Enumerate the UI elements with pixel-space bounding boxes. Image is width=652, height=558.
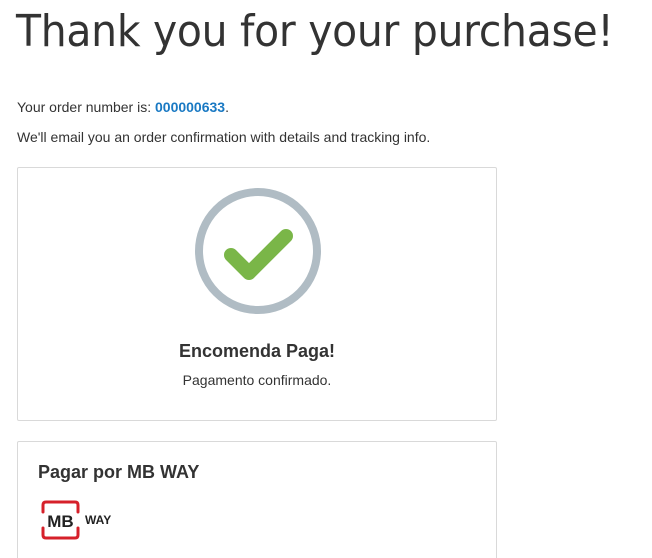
order-number-suffix: . bbox=[225, 99, 229, 115]
payment-method-card: Pagar por MB WAY MB WAY bbox=[17, 441, 497, 558]
mbway-logo: MB WAY bbox=[41, 500, 111, 540]
email-confirmation-note: We'll email you an order confirmation wi… bbox=[17, 129, 431, 145]
payment-status-card: Encomenda Paga! Pagamento confirmado. bbox=[17, 167, 497, 421]
checkmark-circle-icon bbox=[195, 188, 321, 314]
order-number-line: Your order number is: 000000633. bbox=[17, 99, 229, 115]
status-text: Pagamento confirmado. bbox=[182, 372, 332, 388]
payment-method-title: Pagar por MB WAY bbox=[38, 462, 200, 482]
mbway-logo-text-mb: MB bbox=[47, 512, 73, 531]
order-number-label: Your order number is: bbox=[17, 99, 155, 115]
page-title: Thank you for your purchase! bbox=[16, 6, 614, 57]
order-number-link[interactable]: 000000633 bbox=[155, 99, 225, 115]
status-title: Encomenda Paga! bbox=[178, 341, 336, 361]
checkout-success-page: Thank you for your purchase! Your order … bbox=[0, 0, 652, 558]
mbway-logo-text-way: WAY bbox=[85, 513, 111, 527]
